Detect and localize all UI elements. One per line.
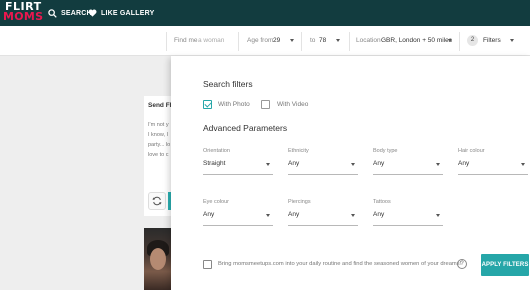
with-photo-label: With Photo [218, 101, 250, 108]
heart-icon [88, 9, 97, 17]
field-underline [458, 174, 528, 175]
hair-colour-value: Any [458, 160, 470, 167]
field-underline [288, 174, 358, 175]
location-label: Location [356, 37, 381, 44]
chevron-down-icon [290, 39, 294, 42]
send-flirt-message[interactable]: I'm not y I know, I party... lo love to … [148, 120, 172, 160]
filter-separator [459, 32, 460, 51]
chevron-down-icon [336, 39, 340, 42]
chevron-down-icon [266, 163, 270, 166]
orientation-label: Orientation [203, 148, 230, 154]
filters-label: Filters [483, 37, 501, 44]
tattoos-value: Any [373, 211, 385, 218]
top-navigation: FLIRT MOMS SEARCH LIKE GALLERY [0, 0, 530, 26]
field-underline [373, 174, 443, 175]
photo-face [150, 248, 166, 270]
message-line: I know, I [148, 132, 169, 138]
chevron-down-icon [436, 214, 440, 217]
filter-separator [301, 32, 302, 51]
chevron-down-icon [351, 163, 355, 166]
refresh-icon [152, 196, 162, 206]
advanced-parameters-title: Advanced Parameters [203, 123, 288, 133]
field-underline [203, 225, 273, 226]
ethnicity-label: Ethnicity [288, 148, 309, 154]
message-line: I'm not y [148, 122, 169, 128]
field-underline [288, 225, 358, 226]
field-underline [203, 174, 273, 175]
nav-like-gallery-link[interactable]: LIKE GALLERY [88, 7, 154, 19]
help-icon[interactable]: ? [457, 259, 467, 269]
body-type-value: Any [373, 160, 385, 167]
age-from-label: Age from [247, 37, 274, 44]
filters-count-badge: 2 [467, 35, 478, 46]
profile-photo[interactable] [144, 228, 171, 290]
location-value: GBR, London + 50 miles [381, 37, 452, 44]
chevron-down-icon [436, 163, 440, 166]
search-filters-panel: Search filters With Photo With Video Adv… [171, 56, 530, 290]
filter-separator [166, 32, 167, 51]
age-to-value: 78 [319, 37, 327, 44]
refresh-message-button[interactable] [148, 192, 166, 210]
apply-filters-button[interactable]: APPLY FILTERS [481, 254, 529, 276]
nav-like-gallery-label: LIKE GALLERY [101, 9, 155, 17]
age-to-label: to [310, 37, 316, 44]
hair-colour-label: Hair colour [458, 148, 485, 154]
chevron-down-icon [351, 214, 355, 217]
piercings-value: Any [288, 211, 300, 218]
nav-search-link[interactable]: SEARCH [48, 7, 92, 19]
filter-separator [349, 32, 350, 51]
daily-routine-text: Bring momsmeetups.com into your daily ro… [218, 261, 462, 267]
with-video-label: With Video [277, 101, 309, 108]
chevron-down-icon [266, 214, 270, 217]
find-me-input[interactable]: a woman [198, 37, 224, 44]
with-video-check[interactable] [261, 100, 270, 109]
age-from-value: 29 [273, 37, 281, 44]
eye-colour-value: Any [203, 211, 215, 218]
filter-separator [238, 32, 239, 51]
message-line: love to c [148, 152, 169, 158]
body-type-label: Body type [373, 148, 398, 154]
chevron-down-icon [510, 39, 514, 42]
find-me-label: Find me [174, 37, 198, 44]
eye-colour-label: Eye colour [203, 199, 229, 205]
orientation-value: Straight [203, 160, 226, 167]
chevron-down-icon [521, 163, 525, 166]
field-underline [373, 225, 443, 226]
logo-line-2: MOMS [3, 10, 44, 23]
search-icon [48, 8, 57, 18]
search-filters-title: Search filters [203, 79, 253, 89]
daily-routine-checkbox[interactable] [203, 260, 212, 269]
tattoos-label: Tattoos [373, 199, 391, 205]
with-photo-check[interactable] [203, 100, 212, 109]
message-line: party... lo [148, 142, 171, 148]
filter-bar: Find me a woman Age from 29 to 78 Locati… [0, 26, 530, 56]
send-flirt-title: Send Flirt [148, 102, 172, 109]
chevron-down-icon [448, 39, 452, 42]
piercings-label: Piercings [288, 199, 311, 205]
site-logo[interactable]: FLIRT MOMS [3, 1, 44, 24]
ethnicity-value: Any [288, 160, 300, 167]
